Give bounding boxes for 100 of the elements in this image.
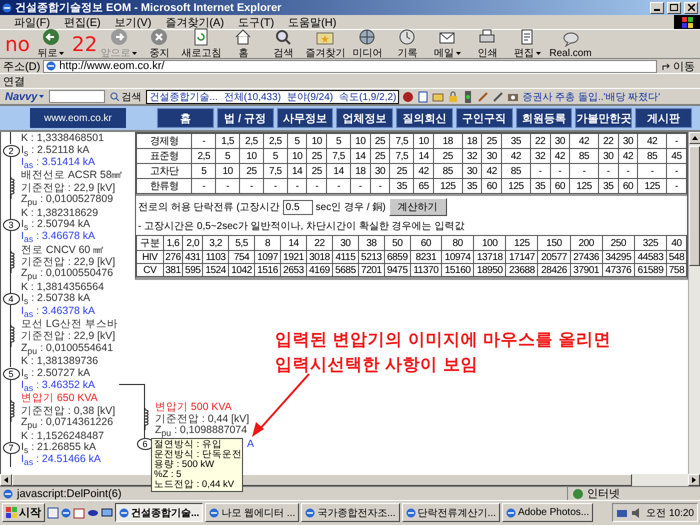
taskbar-button[interactable]: 단락전류계산기...	[402, 503, 500, 522]
browser-icon	[61, 508, 71, 518]
toolbar-button[interactable]: 인쇄	[467, 28, 508, 60]
transformer-label[interactable]: 변압기 500 KVA	[155, 400, 232, 414]
table-cell: 5	[192, 164, 216, 178]
table-cell: 1524	[202, 264, 229, 276]
table-cell: 17147	[506, 250, 538, 264]
table-cell: 경제형	[136, 134, 192, 148]
toolbar-button[interactable]: 편집	[507, 28, 548, 60]
lock-icon	[447, 90, 460, 102]
browser-icon	[2, 2, 12, 12]
windows-logo-icon	[6, 507, 17, 518]
node-value: I$_{as}$ : 3.46378 kA	[21, 304, 96, 319]
taskbar-button[interactable]: 건설종합기술...	[115, 503, 204, 522]
table-cell: 42	[570, 134, 598, 148]
nav-tab[interactable]: 질의회신	[396, 108, 453, 128]
menu-item[interactable]: 도움말(H)	[282, 14, 342, 30]
scroll-up-button[interactable]	[689, 132, 700, 144]
speech-bubble-icon	[562, 30, 580, 48]
navvy-menu-button[interactable]: Navvy	[3, 90, 46, 102]
toolbar-button[interactable]: 중지	[139, 28, 180, 60]
nav-tab[interactable]: 홈	[157, 108, 214, 128]
nav-tab[interactable]: 업체정보	[336, 108, 393, 128]
nav-tab[interactable]: 가볼만한곳	[575, 108, 632, 128]
browser-icon	[209, 508, 220, 518]
node-marker[interactable]: 5	[2, 368, 20, 380]
close-button[interactable]	[684, 2, 698, 14]
fault-time-field[interactable]: 0.5	[282, 200, 313, 214]
news-link[interactable]: 증권사 주총 돌입..'배당 짜졌다'	[522, 90, 660, 104]
node-value: Z$_{pu}$ : 0,0100554641	[21, 342, 114, 356]
table-cell: -	[306, 178, 327, 194]
table-cell: 595	[182, 264, 203, 276]
address-field[interactable]: http://www.eom.co.kr/	[43, 60, 657, 72]
table-cell: -	[326, 178, 350, 194]
node-marker[interactable]: 3	[2, 218, 20, 231]
go-button[interactable]: 이동	[660, 58, 697, 74]
transformer-label[interactable]: 변압기 650 KVA	[21, 391, 98, 406]
table-cell: 125	[638, 178, 667, 194]
toolbar-button[interactable]: 미디어	[347, 28, 388, 60]
toolbar-button[interactable]: 즐겨찾기	[303, 28, 348, 60]
table-cell: 5	[263, 148, 288, 164]
table-cell: 125	[506, 236, 538, 250]
table-cell: 548	[666, 250, 686, 264]
node-marker[interactable]: 4	[2, 293, 20, 306]
table-cell: 2,5	[263, 134, 288, 148]
nav-tab[interactable]: 법 / 규정	[216, 108, 274, 128]
table-cell: 22	[598, 134, 618, 148]
toolbar-button[interactable]: 메일	[427, 28, 468, 60]
search-icon	[274, 28, 292, 46]
search-field[interactable]	[49, 90, 106, 103]
table-cell: 13718	[474, 250, 506, 264]
table-cell: 50	[384, 236, 410, 250]
table-cell: 4169	[306, 264, 332, 276]
browser-icon	[119, 508, 129, 518]
table-cell: 42	[618, 148, 638, 164]
taskbar-button[interactable]: Adobe Photos...	[502, 503, 594, 522]
table-cell: 14	[326, 164, 350, 178]
table-cell: 14	[287, 164, 307, 178]
node-value: 전로 CNCV 60 ㎟	[21, 242, 104, 257]
menu-item[interactable]: 도구(T)	[232, 14, 280, 30]
menu-item[interactable]: 편집(E)	[58, 14, 107, 30]
nav-tab[interactable]: 게시판	[635, 108, 692, 128]
menu-item[interactable]: 보기(V)	[108, 14, 158, 30]
taskbar-button[interactable]: 나모 웹에디터 ...	[205, 503, 300, 522]
scroll-left-button[interactable]	[0, 474, 12, 486]
clock-icon	[398, 28, 416, 46]
taskbar-button[interactable]: 국가종합전자조...	[301, 503, 400, 522]
toolbar-button[interactable]: 새로고침	[179, 28, 224, 60]
table-cell: -	[638, 164, 667, 178]
node-marker[interactable]: 2	[2, 144, 20, 157]
arrow-icon	[662, 62, 671, 70]
maximize-button[interactable]	[667, 2, 681, 14]
minimize-button[interactable]	[650, 2, 664, 14]
calculate-button[interactable]: 계산하기	[388, 198, 447, 216]
toolbar-button[interactable]: Real.com	[547, 30, 594, 58]
links-label[interactable]: 연결	[3, 74, 25, 88]
node-value: K : 1,1526248487	[21, 430, 104, 442]
search-button[interactable]: 검색	[108, 90, 144, 104]
node-value: I$_{as}$ : 3.51414 kA	[21, 156, 96, 170]
handwritten-mark: 22	[72, 33, 98, 55]
toolbar-button[interactable]: 검색	[263, 28, 304, 60]
node-value: 모선 LG산전 부스바	[21, 318, 118, 331]
nav-tab[interactable]: 구인구직	[456, 108, 512, 128]
node-marker[interactable]: 7	[2, 442, 20, 454]
table-cell: 표준형	[136, 148, 192, 164]
scroll-right-button[interactable]	[688, 474, 700, 486]
table-cell: 34295	[602, 250, 634, 264]
scroll-thumb[interactable]	[689, 146, 700, 266]
nav-tab[interactable]: 회원등록	[516, 108, 572, 128]
menu-item[interactable]: 파일(F)	[8, 14, 56, 30]
table-cell: 125	[570, 178, 598, 194]
toolbar-button[interactable]: 홈	[223, 28, 264, 60]
toolbar-button[interactable]: 뒤로	[30, 28, 71, 60]
table-cell: 200	[570, 236, 602, 250]
menu-item[interactable]: 즐겨찾기(A)	[159, 14, 230, 30]
start-button[interactable]: 시작	[2, 503, 45, 522]
toolbar-button[interactable]: 기록	[387, 28, 428, 60]
site-logo[interactable]: www.eom.co.kr	[30, 108, 126, 128]
table-cell: 25	[240, 164, 264, 178]
nav-tab[interactable]: 사무정보	[276, 108, 334, 128]
